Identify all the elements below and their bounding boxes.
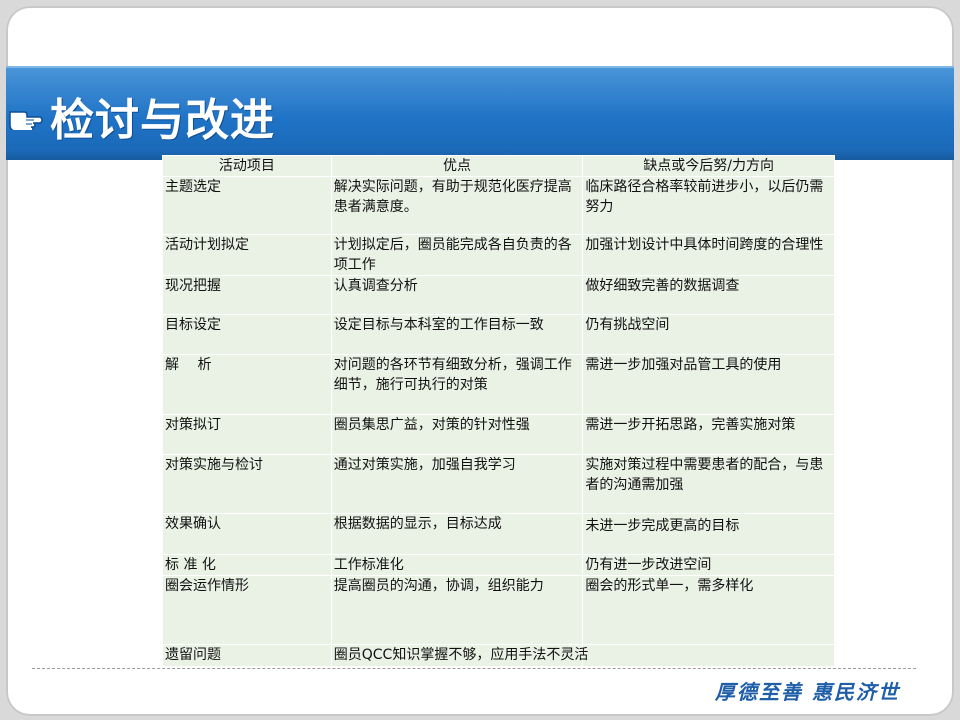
cell-cons: 仍有进一步改进空间 — [582, 554, 835, 576]
cell-cons: 圈会的形式单一，需多样化 — [582, 575, 835, 645]
cell-item: 效果确认 — [162, 513, 332, 555]
cell-item: 对策拟订 — [162, 414, 332, 455]
cell-item: 主题选定 — [162, 176, 332, 235]
review-table: 活动项目 优点 缺点或今后努/力方向 主题选定 解决实际问题，有助于规范化医疗提… — [162, 155, 835, 667]
cell-cons: 需进一步开拓思路，完善实施对策 — [582, 414, 835, 455]
cell-pros: 通过对策实施，加强自我学习 — [330, 454, 584, 514]
table-row: 圈会运作情形 提高圈员的沟通，协调，组织能力 圈会的形式单一，需多样化 — [162, 575, 835, 645]
pointing-hand-icon — [9, 111, 43, 130]
page-title: 检讨与改进 — [50, 95, 275, 146]
table-row: 主题选定 解决实际问题，有助于规范化医疗提高患者满意度。 临床路径合格率较前进步… — [162, 176, 835, 235]
cell-pros: 计划拟定后，圈员能完成各自负责的各项工作 — [330, 234, 584, 276]
cell-item: 目标设定 — [162, 314, 332, 355]
cell-item: 现况把握 — [162, 275, 332, 315]
header-activity: 活动项目 — [162, 155, 332, 177]
cell-item: 解 析 — [162, 354, 332, 415]
cell-cons: 临床路径合格率较前进步小，以后仍需努力 — [582, 176, 835, 235]
cell-item: 遗留问题 — [162, 644, 332, 667]
cell-cons: 实施对策过程中需要患者的配合，与患者的沟通需加强 — [582, 454, 835, 514]
cell-cons: 未进一步完成更高的目标 — [582, 513, 835, 555]
table-row: 对策拟订 圈员集思广益，对策的针对性强 需进一步开拓思路，完善实施对策 — [162, 414, 835, 455]
header-cons: 缺点或今后努/力方向 — [582, 155, 835, 177]
cell-item: 标 准 化 — [162, 554, 332, 576]
cell-pros: 认真调查分析 — [330, 275, 584, 315]
cell-pros: 对问题的各环节有细致分析，强调工作细节，施行可执行的对策 — [330, 354, 584, 415]
cell-pros: 圈员QCC知识掌握不够，应用手法不灵活 — [330, 644, 588, 667]
header-pros: 优点 — [330, 155, 584, 177]
cell-pros: 工作标准化 — [330, 554, 584, 576]
table-row: 对策实施与检讨 通过对策实施，加强自我学习 实施对策过程中需要患者的配合，与患者… — [162, 454, 835, 514]
cell-item: 对策实施与检讨 — [162, 454, 332, 514]
cell-cons: 仍有挑战空间 — [582, 314, 835, 355]
cell-item: 活动计划拟定 — [162, 234, 332, 276]
table-row: 活动计划拟定 计划拟定后，圈员能完成各自负责的各项工作 加强计划设计中具体时间跨… — [162, 234, 835, 276]
footer-divider — [32, 668, 916, 669]
cell-cons: 需进一步加强对品管工具的使用 — [582, 354, 835, 415]
table-row: 解 析 对问题的各环节有细致分析，强调工作细节，施行可执行的对策 需进一步加强对… — [162, 354, 835, 415]
cell-pros: 提高圈员的沟通，协调，组织能力 — [330, 575, 584, 645]
cell-cons: 做好细致完善的数据调查 — [582, 275, 835, 315]
table-row: 效果确认 根据数据的显示，目标达成 未进一步完成更高的目标 — [162, 513, 835, 555]
cell-pros: 解决实际问题，有助于规范化医疗提高患者满意度。 — [330, 176, 584, 235]
table-row: 遗留问题 圈员QCC知识掌握不够，应用手法不灵活 — [162, 644, 835, 667]
table-header-row: 活动项目 优点 缺点或今后努/力方向 — [162, 155, 835, 177]
footer-slogan: 厚德至善 惠民济世 — [715, 680, 900, 704]
table-row: 标 准 化 工作标准化 仍有进一步改进空间 — [162, 554, 835, 576]
cell-pros: 根据数据的显示，目标达成 — [330, 513, 584, 555]
title-area: 检讨与改进 — [8, 86, 275, 146]
table-row: 目标设定 设定目标与本科室的工作目标一致 仍有挑战空间 — [162, 314, 835, 355]
cell-pros: 圈员集思广益，对策的针对性强 — [330, 414, 584, 455]
table-row: 现况把握 认真调查分析 做好细致完善的数据调查 — [162, 275, 835, 315]
cell-pros: 设定目标与本科室的工作目标一致 — [330, 314, 584, 355]
cell-cons — [582, 644, 835, 667]
cell-cons: 加强计划设计中具体时间跨度的合理性 — [582, 234, 835, 276]
cell-item: 圈会运作情形 — [162, 575, 332, 645]
